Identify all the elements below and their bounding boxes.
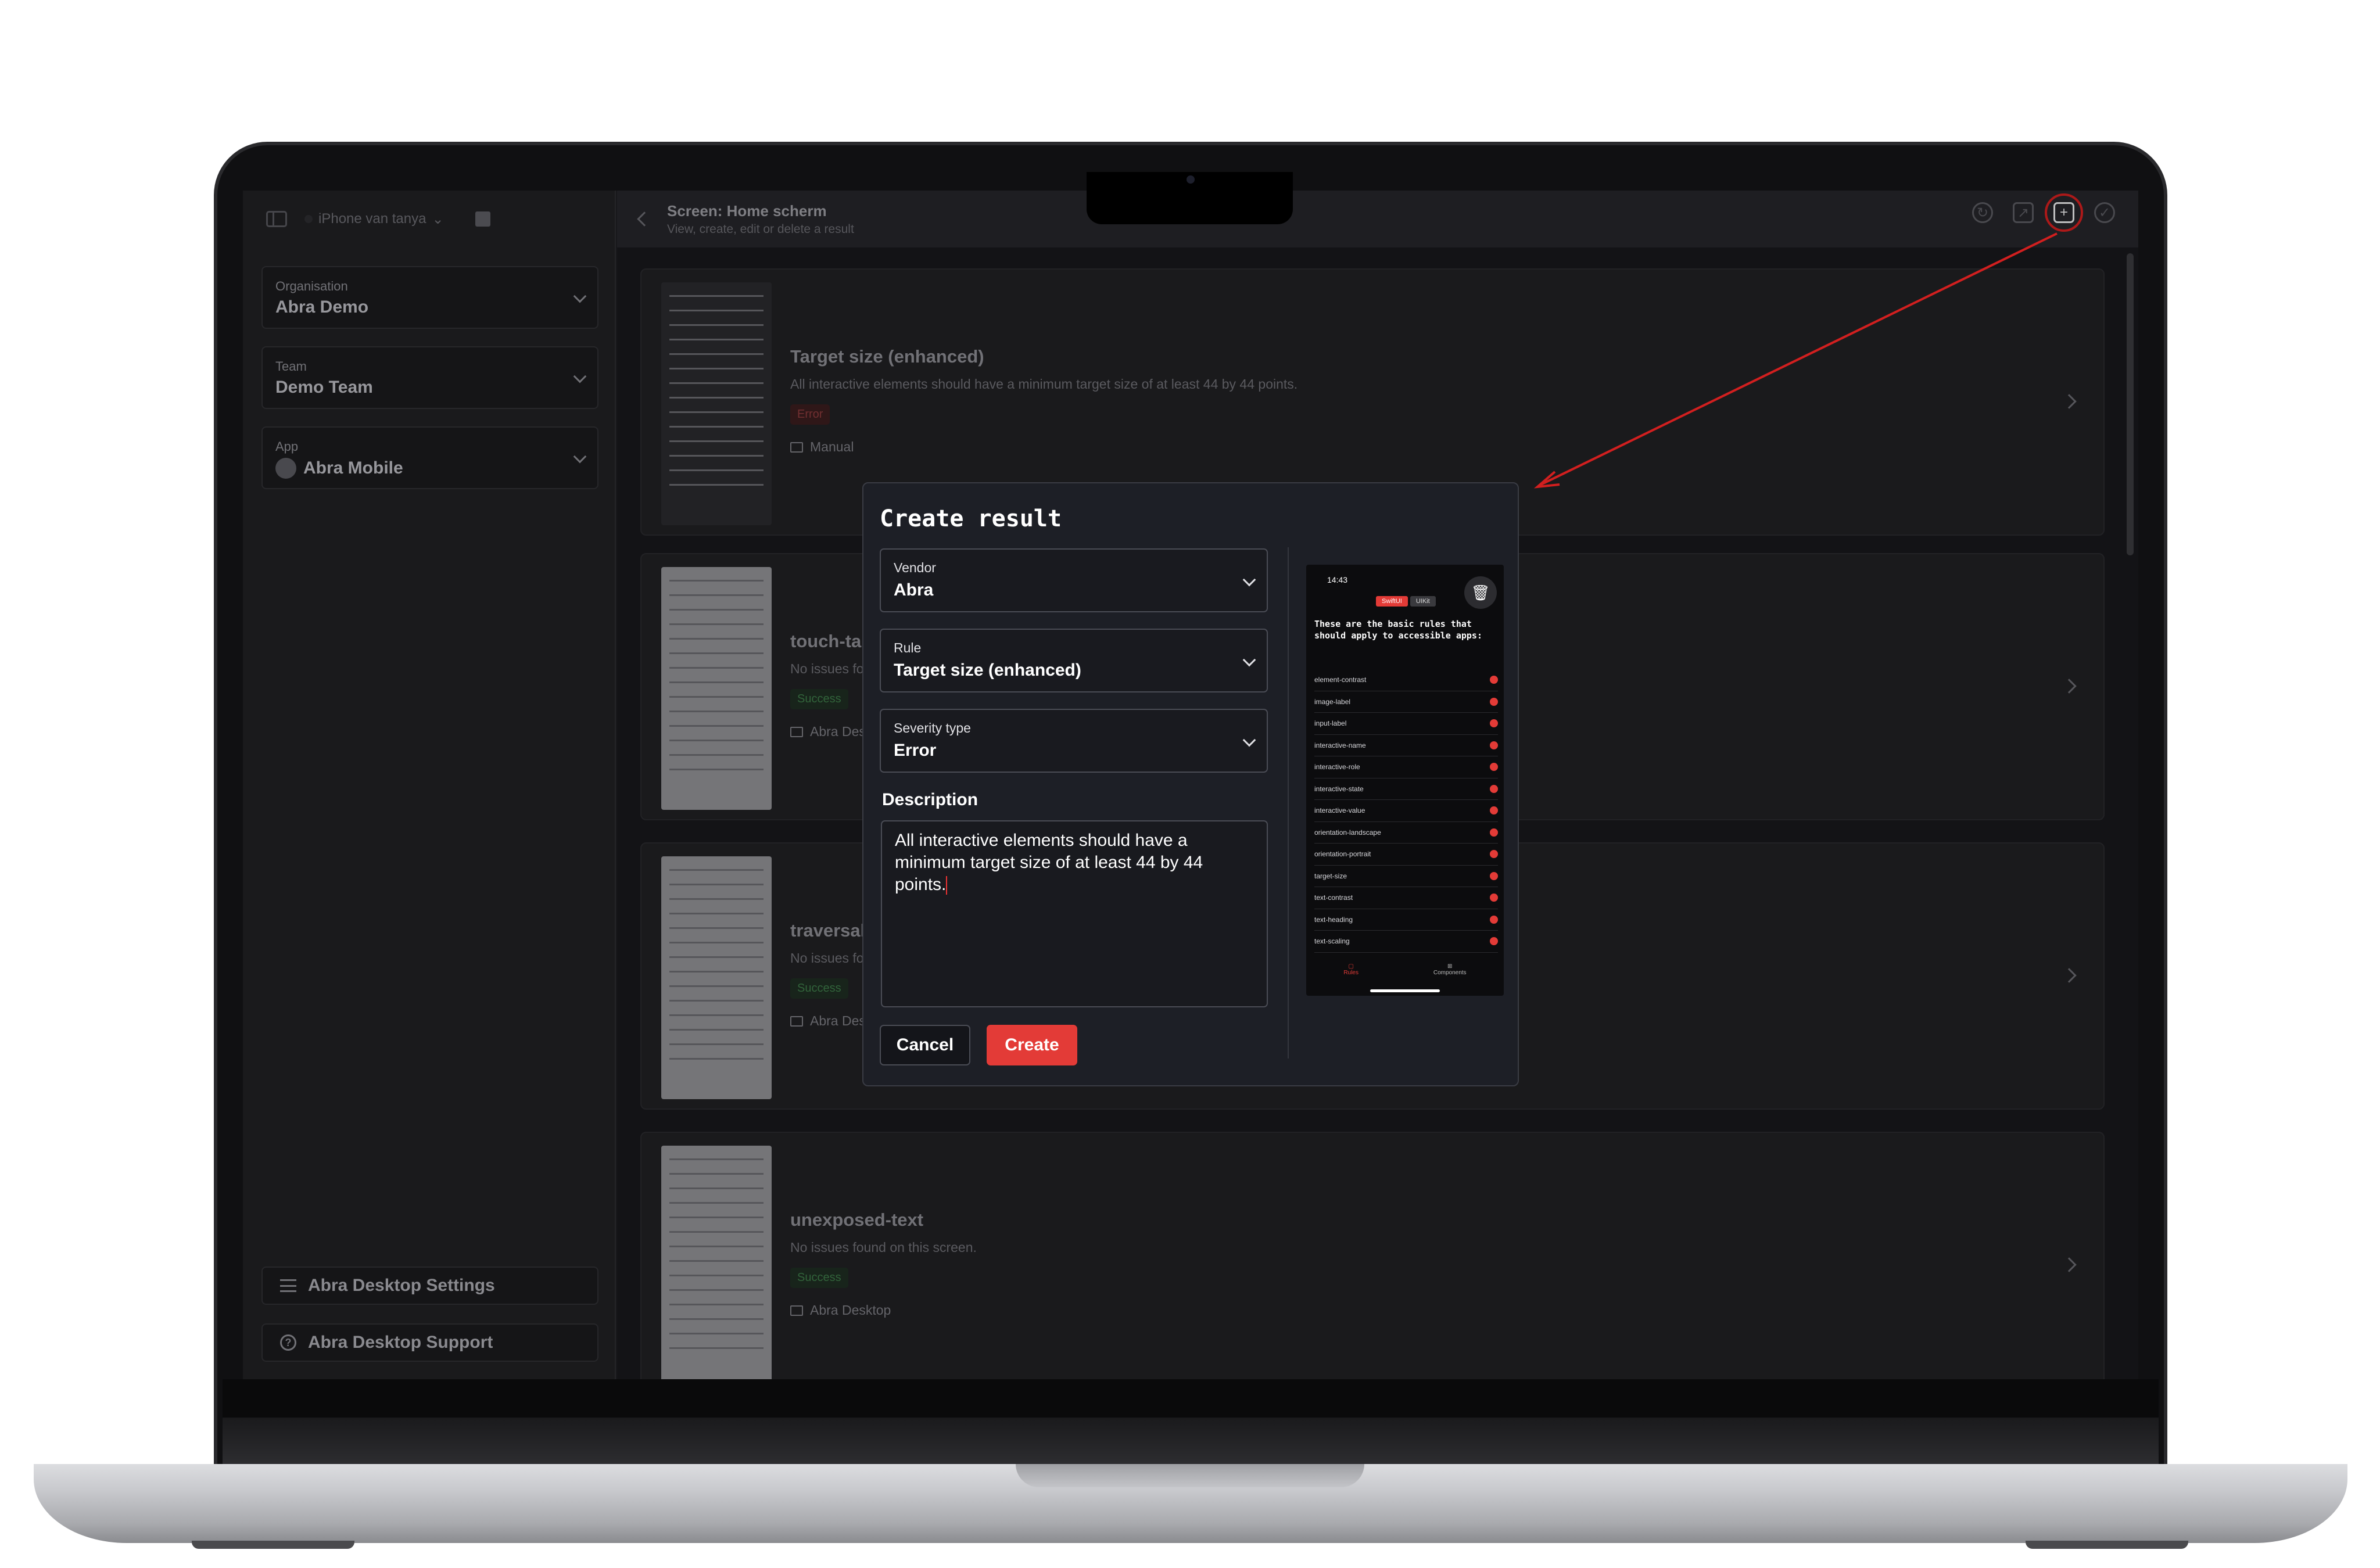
description-label: Description <box>882 790 978 809</box>
preview-time: 14:43 <box>1327 575 1348 584</box>
cancel-button[interactable]: Cancel <box>880 1025 970 1065</box>
laptop-opening-notch <box>1016 1464 1364 1487</box>
create-button[interactable]: Create <box>987 1025 1077 1065</box>
list-item: interactive-state <box>1314 778 1498 800</box>
dialog-divider <box>1288 547 1289 1059</box>
rule-label: Rule <box>894 640 922 655</box>
list-item: interactive-value <box>1314 800 1498 822</box>
rule-value: Target size (enhanced) <box>894 661 1081 680</box>
description-textarea[interactable]: All interactive elements should have a m… <box>881 820 1268 1007</box>
dialog-title: Create result <box>880 505 1062 532</box>
trash-icon[interactable]: 🗑 <box>1464 576 1497 609</box>
preview-segment: UIKit <box>1410 596 1436 607</box>
screen-preview: 14:43 SwiftUI UIKit 🗑 These are the basi… <box>1306 565 1504 996</box>
vendor-select[interactable]: Vendor Abra <box>880 548 1268 612</box>
vendor-value: Abra <box>894 580 934 600</box>
preview-tab: ▢ Rules <box>1343 963 1359 976</box>
laptop-foot-left <box>192 1541 354 1549</box>
list-item: text-scaling <box>1314 931 1498 953</box>
list-item: interactive-role <box>1314 756 1498 778</box>
laptop-foot-right <box>2026 1541 2188 1549</box>
error-dot-icon <box>1490 828 1498 837</box>
list-item: orientation-landscape <box>1314 822 1498 844</box>
severity-label: Severity type <box>894 720 971 735</box>
list-item: text-heading <box>1314 909 1498 931</box>
list-item: image-label <box>1314 691 1498 713</box>
preview-segment: SwiftUI <box>1376 596 1408 607</box>
preview-rule-list: element-contrast image-label input-label… <box>1314 669 1498 953</box>
text-caret <box>946 876 948 895</box>
error-dot-icon <box>1490 741 1498 749</box>
error-dot-icon <box>1490 697 1498 706</box>
list-item: element-contrast <box>1314 669 1498 691</box>
rule-select[interactable]: Rule Target size (enhanced) <box>880 629 1268 692</box>
error-dot-icon <box>1490 784 1498 793</box>
list-item: interactive-name <box>1314 735 1498 756</box>
error-dot-icon <box>1490 915 1498 924</box>
error-dot-icon <box>1490 763 1498 772</box>
error-dot-icon <box>1490 806 1498 815</box>
severity-select[interactable]: Severity type Error <box>880 709 1268 773</box>
error-dot-icon <box>1490 937 1498 946</box>
description-text: All interactive elements should have a m… <box>895 831 1203 894</box>
preview-segmented-control: SwiftUI UIKit <box>1376 596 1436 607</box>
home-indicator <box>1370 989 1440 992</box>
error-dot-icon <box>1490 871 1498 880</box>
list-item: input-label <box>1314 713 1498 735</box>
severity-value: Error <box>894 741 937 760</box>
vendor-label: Vendor <box>894 560 936 575</box>
error-dot-icon <box>1490 894 1498 902</box>
preview-heading: These are the basic rules that should ap… <box>1314 619 1482 641</box>
camera-icon <box>1187 175 1195 184</box>
laptop-hinge <box>223 1418 2159 1465</box>
list-item: orientation-portrait <box>1314 844 1498 866</box>
error-dot-icon <box>1490 719 1498 728</box>
create-result-dialog: Create result Vendor Abra Rule Target si… <box>862 482 1519 1086</box>
list-item: target-size <box>1314 866 1498 887</box>
error-dot-icon <box>1490 850 1498 859</box>
list-item: text-contrast <box>1314 887 1498 909</box>
error-dot-icon <box>1490 676 1498 684</box>
